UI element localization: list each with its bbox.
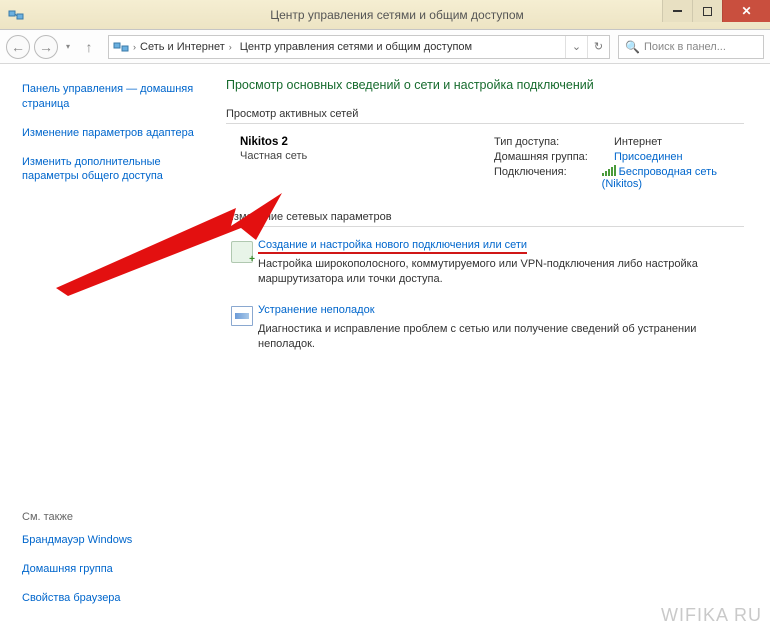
access-type-value: Интернет: [614, 136, 662, 148]
sidebar-footer: См. также Брандмауэр Windows Домашняя гр…: [22, 511, 194, 620]
history-dropdown[interactable]: ▾: [62, 42, 74, 51]
main-panel: Просмотр основных сведений о сети и наст…: [208, 64, 770, 630]
new-connection-desc: Настройка широкополосного, коммутируемог…: [258, 257, 744, 288]
sidebar-link-home[interactable]: Панель управления — домашняя страница: [22, 82, 194, 112]
network-properties: Тип доступа: Интернет Домашняя группа: П…: [494, 136, 744, 193]
network-row: Nikitos 2 Частная сеть Тип доступа: Инте…: [226, 136, 744, 193]
watermark: WIFIKA RU: [661, 605, 762, 626]
connection-link[interactable]: Беспроводная сеть (Nikitos): [602, 166, 744, 190]
sidebar-link-homegroup[interactable]: Домашняя группа: [22, 562, 194, 577]
sidebar-link-browser[interactable]: Свойства браузера: [22, 591, 194, 606]
active-networks-heading: Просмотр активных сетей: [226, 108, 744, 124]
chevron-right-icon: ›: [229, 42, 232, 52]
search-icon: 🔍: [625, 40, 640, 54]
breadcrumb-label: Сеть и Интернет: [140, 41, 225, 53]
navbar: ← → ▾ ↑ › Сеть и Интернет › Центр управле…: [0, 30, 770, 64]
new-connection-link[interactable]: Создание и настройка нового подключения …: [258, 239, 527, 254]
page-title: Просмотр основных сведений о сети и наст…: [226, 78, 744, 92]
troubleshoot-desc: Диагностика и исправление проблем с сеть…: [258, 322, 744, 353]
breadcrumb-seg-2[interactable]: Центр управления сетями и общим доступом: [236, 36, 476, 58]
change-settings-heading: Изменение сетевых параметров: [226, 211, 744, 227]
window-controls: ✕: [662, 0, 770, 22]
troubleshoot-icon: [226, 304, 258, 353]
troubleshoot-link[interactable]: Устранение неполадок: [258, 304, 375, 316]
option-troubleshoot: Устранение неполадок Диагностика и испра…: [226, 304, 744, 353]
option-new-connection: Создание и настройка нового подключения …: [226, 239, 744, 288]
close-button[interactable]: ✕: [722, 0, 770, 22]
network-name: Nikitos 2: [240, 136, 494, 148]
homegroup-link[interactable]: Присоединен: [614, 151, 683, 163]
refresh-button[interactable]: ↻: [587, 36, 609, 58]
back-button[interactable]: ←: [6, 35, 30, 59]
search-input[interactable]: 🔍 Поиск в панел...: [618, 35, 764, 59]
content-area: Панель управления — домашняя страница Из…: [0, 64, 770, 630]
address-dropdown[interactable]: ⌄: [565, 36, 587, 58]
sidebar-footer-heading: См. также: [22, 511, 194, 523]
address-bar[interactable]: › Сеть и Интернет › Центр управления сетя…: [108, 35, 610, 59]
search-placeholder: Поиск в панел...: [644, 41, 726, 53]
sidebar-link-adapter[interactable]: Изменение параметров адаптера: [22, 126, 194, 141]
breadcrumb-seg-1[interactable]: Сеть и Интернет ›: [136, 36, 236, 58]
window-title: Центр управления сетями и общим доступом: [24, 8, 770, 22]
forward-button[interactable]: →: [34, 35, 58, 59]
network-type: Частная сеть: [240, 150, 494, 162]
up-button[interactable]: ↑: [78, 36, 100, 58]
homegroup-label: Домашняя группа:: [494, 151, 614, 163]
breadcrumb-label: Центр управления сетями и общим доступом: [240, 41, 472, 53]
location-icon: [113, 39, 129, 55]
minimize-button[interactable]: [662, 0, 692, 22]
wifi-signal-icon: [602, 166, 616, 176]
maximize-button[interactable]: [692, 0, 722, 22]
new-connection-icon: [226, 239, 258, 288]
titlebar: Центр управления сетями и общим доступом…: [0, 0, 770, 30]
access-type-label: Тип доступа:: [494, 136, 614, 148]
connection-name: Беспроводная сеть (Nikitos): [602, 166, 717, 190]
connections-label: Подключения:: [494, 166, 602, 190]
sidebar-link-firewall[interactable]: Брандмауэр Windows: [22, 533, 194, 548]
sidebar-link-advanced[interactable]: Изменить дополнительные параметры общего…: [22, 155, 194, 185]
app-icon: [8, 7, 24, 23]
sidebar: Панель управления — домашняя страница Из…: [0, 64, 208, 630]
network-identity: Nikitos 2 Частная сеть: [226, 136, 494, 193]
